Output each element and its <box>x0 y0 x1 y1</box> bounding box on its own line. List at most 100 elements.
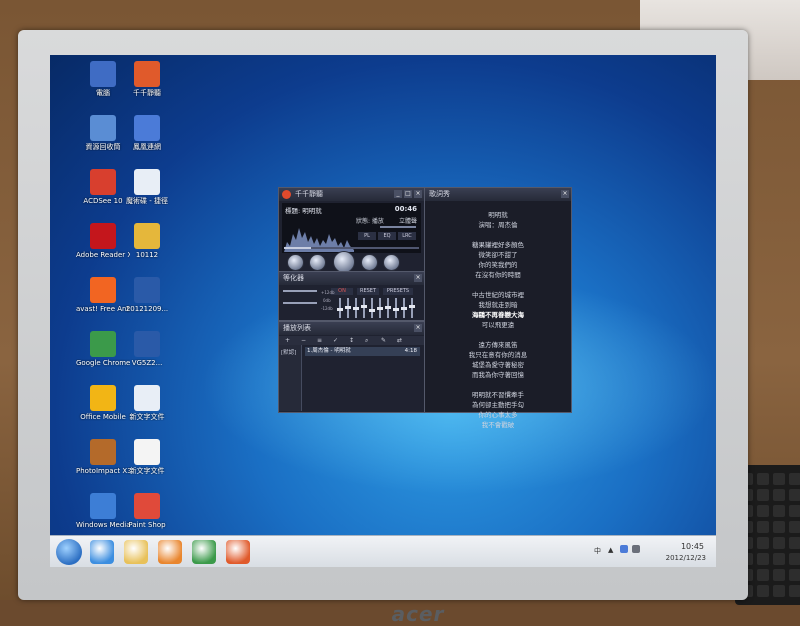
desktop-icon-label: VG5Z2... <box>131 359 163 367</box>
select-icon[interactable]: ✓ <box>333 336 338 345</box>
desktop-icon[interactable]: 魔術碟 - 捷徑 <box>120 169 174 205</box>
player-logo-icon <box>282 190 291 199</box>
preamp-slider[interactable] <box>283 302 317 304</box>
playlist-close-button[interactable]: × <box>414 324 422 332</box>
ie-icon[interactable] <box>90 540 114 564</box>
app-icon <box>134 277 160 303</box>
keyboard-key <box>789 473 800 485</box>
playlist-window[interactable]: 播放列表 × + − ≡ ✓ ↕ ⌕ ✎ ⇄ [默認] 1.周杰倫 - 明明就 … <box>278 321 425 413</box>
mode-icon[interactable]: ⇄ <box>397 336 402 345</box>
player-main-window[interactable]: 千千靜聽 _ □ × 標題: 明明就 00:46 狀態: 播放 立體聲 PL E… <box>278 187 425 273</box>
seek-bar[interactable] <box>284 247 419 249</box>
stop-button[interactable] <box>287 254 304 271</box>
lyrics-line: 而我為你守著回憶 <box>472 371 524 379</box>
player-display: 標題: 明明就 00:46 狀態: 播放 立體聲 PL EQ LRC <box>282 203 421 253</box>
minimize-button[interactable]: _ <box>394 190 402 198</box>
eq-band-knob[interactable] <box>385 306 391 309</box>
lyrics-line: 為何卻主動把手勾 <box>472 401 524 409</box>
desktop-icon[interactable]: Paint Shop <box>120 493 174 529</box>
keyboard-key <box>773 569 785 581</box>
keyboard-key <box>757 585 769 597</box>
playlist-track-duration: 4:18 <box>404 348 417 354</box>
desktop-icon[interactable]: 千千靜聽 <box>120 61 174 97</box>
eq-band-slider[interactable] <box>371 298 373 318</box>
ttplayer-icon[interactable] <box>226 540 250 564</box>
keyboard-key <box>757 521 769 533</box>
keyboard-key <box>773 553 785 565</box>
eq-band-knob[interactable] <box>369 309 375 312</box>
seek-progress <box>284 247 311 249</box>
add-icon[interactable]: + <box>285 336 290 345</box>
lyrics-line: 糖果罐裡好多顏色 <box>472 241 524 249</box>
previous-button[interactable] <box>309 254 326 271</box>
playlist-group[interactable]: [默認] <box>281 348 296 356</box>
eq-band-knob[interactable] <box>377 307 383 310</box>
volume-icon[interactable] <box>632 545 640 553</box>
remove-icon[interactable]: − <box>301 336 306 345</box>
show-hidden-icons-icon[interactable]: ▲ <box>608 546 613 554</box>
eq-band-slider[interactable] <box>363 298 365 318</box>
pause-button[interactable] <box>333 251 355 273</box>
keyboard-key <box>773 505 785 517</box>
eq-toggle-button[interactable]: EQ <box>378 232 396 240</box>
desktop-icon[interactable]: 新文字文件 <box>120 439 174 475</box>
edit-icon[interactable]: ✎ <box>381 336 386 345</box>
eq-presets-button[interactable]: PRESETS <box>383 288 413 295</box>
next-button[interactable] <box>361 254 378 271</box>
explorer-icon[interactable] <box>124 540 148 564</box>
list-icon[interactable]: ≡ <box>317 336 322 345</box>
eq-band-knob[interactable] <box>337 308 343 311</box>
ime-indicator[interactable]: 中 <box>594 546 601 556</box>
eq-band-knob[interactable] <box>345 306 351 309</box>
clock-date[interactable]: 2012/12/23 <box>666 554 706 562</box>
lyrics-line: 在沒有你的時間 <box>475 271 521 279</box>
open-file-button[interactable] <box>383 254 400 271</box>
lyrics-close-button[interactable]: × <box>561 190 569 198</box>
app-icon <box>134 115 160 141</box>
playlist-title: 播放列表 <box>283 324 311 332</box>
equalizer-title-bar[interactable]: 等化器 × <box>279 272 424 285</box>
player-title-bar[interactable]: 千千靜聽 _ □ × <box>279 188 424 201</box>
sort-icon[interactable]: ↕ <box>349 336 354 345</box>
keyboard-key <box>757 505 769 517</box>
eq-band-knob[interactable] <box>353 307 359 310</box>
desktop-icon[interactable]: 20121209... <box>120 277 174 313</box>
start-button[interactable] <box>56 539 82 565</box>
clock-time[interactable]: 10:45 <box>681 542 704 551</box>
equalizer-window[interactable]: 等化器 × ON RESET PRESETS +12db 0db -12db <box>278 271 425 321</box>
app-icon <box>134 331 160 357</box>
desktop-icon[interactable]: 新文字文件 <box>120 385 174 421</box>
desktop-icon[interactable]: 鳳凰連網 <box>120 115 174 151</box>
eq-band-knob[interactable] <box>393 308 399 311</box>
eq-band-knob[interactable] <box>409 305 415 308</box>
equalizer-close-button[interactable]: × <box>414 274 422 282</box>
media-player-icon[interactable] <box>158 540 182 564</box>
lyrics-toggle-button[interactable]: LRC <box>398 232 416 240</box>
desktop-icon-label: 鳳凰連網 <box>133 143 161 151</box>
playlist-title-bar[interactable]: 播放列表 × <box>279 322 424 335</box>
close-button[interactable]: × <box>414 190 422 198</box>
network-icon[interactable] <box>620 545 628 553</box>
eq-band-knob[interactable] <box>361 305 367 308</box>
lyrics-line: 我只在意有你的消息 <box>468 351 528 359</box>
app-icon <box>90 277 116 303</box>
app-icon <box>90 115 116 141</box>
desktop-icon[interactable]: 10112 <box>120 223 174 259</box>
playlist-row[interactable]: 1.周杰倫 - 明明就 4:18 <box>305 347 420 356</box>
desktop-icon-label: 魔術碟 - 捷徑 <box>126 197 168 205</box>
app-icon <box>134 61 160 87</box>
eq-band-knob[interactable] <box>401 307 407 310</box>
mini-mode-button[interactable]: □ <box>404 190 412 198</box>
lyrics-window[interactable]: 歌詞秀 × 明明就 演唱：周杰倫 糖果罐裡好多顏色 微笑卻不甜了 你的笑我們的 在沒有你… <box>424 187 572 429</box>
eq-reset-button[interactable]: RESET <box>357 288 379 295</box>
playlist-toggle-button[interactable]: PL <box>358 232 376 240</box>
volume-slider[interactable] <box>380 226 416 228</box>
find-icon[interactable]: ⌕ <box>365 336 368 345</box>
chrome-icon[interactable] <box>192 540 216 564</box>
lyrics-title-bar[interactable]: 歌詞秀 × <box>425 188 571 201</box>
balance-slider[interactable] <box>283 290 317 292</box>
monitor-brand-logo: acer <box>391 602 445 626</box>
desktop-icon[interactable]: VG5Z2... <box>120 331 174 367</box>
eq-band-slider[interactable] <box>411 298 413 318</box>
lyrics-line: 微笑卻不甜了 <box>478 251 518 259</box>
